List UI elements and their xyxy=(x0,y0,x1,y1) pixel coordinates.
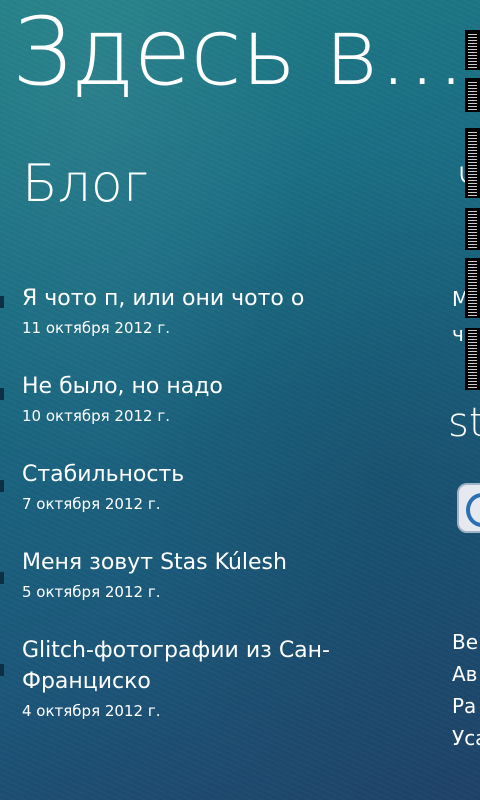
post-date: 4 октября 2012 г. xyxy=(22,702,161,720)
blog-post-item[interactable]: Стабильность 7 октября 2012 г. xyxy=(22,459,422,513)
blog-post-item[interactable]: Не было, но надо 10 октября 2012 г. xyxy=(22,371,422,425)
opera-icon[interactable] xyxy=(457,483,480,533)
post-title: Стабильность xyxy=(22,462,185,487)
blog-post-list: Я чото п, или они чото о 11 октября 2012… xyxy=(22,283,422,754)
next-section-brand: st xyxy=(448,400,480,446)
next-section-menu-item[interactable]: Ра xyxy=(452,694,476,718)
list-edge-mark xyxy=(0,572,4,584)
post-title: Меня зовут Stas Kúlesh xyxy=(22,550,287,575)
post-date: 5 октября 2012 г. xyxy=(22,583,161,601)
post-date: 7 октября 2012 г. xyxy=(22,495,161,513)
blog-post-item[interactable]: Glitch-фотографии из Сан-Франциско 4 окт… xyxy=(22,635,422,720)
panorama-title: Здесь в... xyxy=(12,0,466,107)
list-edge-mark xyxy=(0,296,4,308)
post-title: Я чото п, или они чото о xyxy=(22,286,305,311)
section-header-blog[interactable]: Блог xyxy=(22,158,148,210)
list-edge-mark xyxy=(0,664,4,676)
next-section-menu-item[interactable]: Ве xyxy=(452,630,478,654)
blog-post-item[interactable]: Меня зовут Stas Kúlesh 5 октября 2012 г. xyxy=(22,547,422,601)
glitch-image-strip xyxy=(465,30,480,390)
list-edge-mark xyxy=(0,388,4,400)
post-date: 10 октября 2012 г. xyxy=(22,407,171,425)
post-title: Glitch-фотографии из Сан-Франциско xyxy=(22,638,330,694)
list-edge-mark xyxy=(0,480,4,492)
post-title: Не было, но надо xyxy=(22,374,223,399)
next-section-menu-item[interactable]: Ав xyxy=(452,662,477,686)
blog-post-item[interactable]: Я чото п, или они чото о 11 октября 2012… xyxy=(22,283,422,337)
next-section-menu-item[interactable]: Уса xyxy=(452,726,480,750)
post-date: 11 октября 2012 г. xyxy=(22,319,171,337)
